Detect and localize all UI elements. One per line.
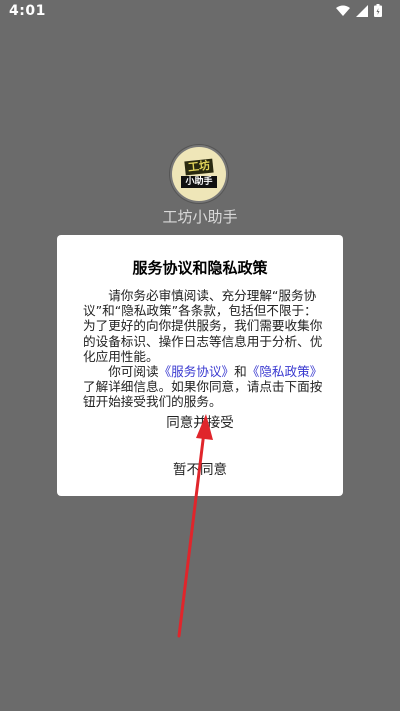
dialog-body: 请你务必审慎阅读、充分理解“服务协议”和“隐私政策”各条款，包括但不限于：为了更… xyxy=(83,288,323,410)
battery-icon xyxy=(374,4,382,17)
logo-text-bottom: 小助手 xyxy=(181,176,217,188)
privacy-policy-link[interactable]: 《隐私政策》 xyxy=(247,364,323,379)
status-icons xyxy=(336,4,382,17)
privacy-dialog: 服务协议和隐私政策 请你务必审慎阅读、充分理解“服务协议”和“隐私政策”各条款，… xyxy=(57,235,343,496)
status-bar: 4:01 xyxy=(0,0,400,24)
read-prefix: 你可阅读 xyxy=(108,364,159,380)
and-text: 和 xyxy=(234,364,247,380)
dialog-paragraph-links: 你可阅读《服务协议》和《隐私政策》了解详细信息。如果你同意，请点击下面按钮开始接… xyxy=(83,364,323,410)
logo-text-top: 工坊 xyxy=(184,158,214,176)
dialog-title: 服务协议和隐私政策 xyxy=(132,259,268,277)
accept-button[interactable]: 同意并接受 xyxy=(57,411,343,431)
service-agreement-link[interactable]: 《服务协议》 xyxy=(159,364,235,379)
decline-button[interactable]: 暂不同意 xyxy=(57,458,343,478)
read-suffix: 了解详细信息。如果你同意，请点击下面按钮开始接受我们的服务。 xyxy=(83,379,323,410)
wifi-icon xyxy=(336,5,350,16)
app-logo: 工坊 小助手 xyxy=(172,147,226,201)
dialog-paragraph-terms: 请你务必审慎阅读、充分理解“服务协议”和“隐私政策”各条款，包括但不限于：为了更… xyxy=(83,288,323,364)
app-name: 工坊小助手 xyxy=(162,208,238,226)
signal-icon xyxy=(356,4,368,17)
status-time: 4:01 xyxy=(9,3,46,19)
